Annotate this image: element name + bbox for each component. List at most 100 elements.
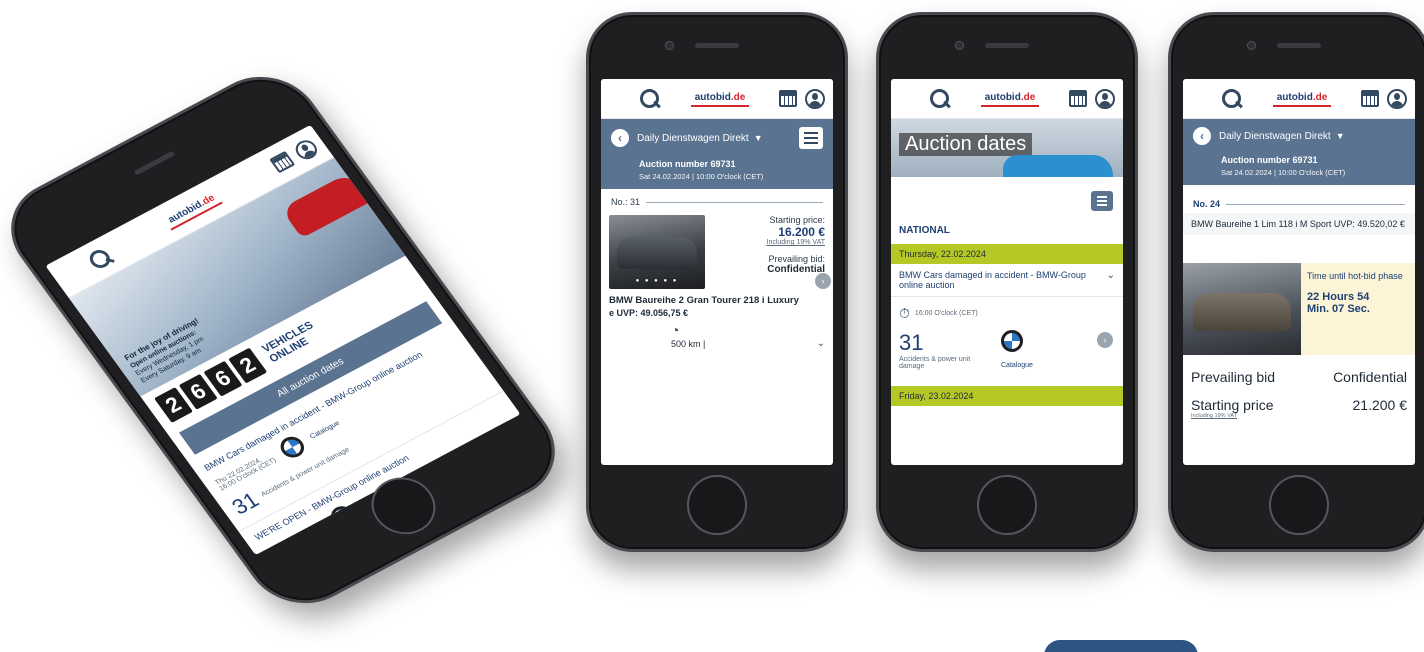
hot-bid-label: Time until hot-bid phase xyxy=(1307,271,1403,281)
search-icon[interactable] xyxy=(1221,88,1243,110)
user-icon[interactable] xyxy=(1095,88,1115,109)
phone-home-screen: autobid.de For the joy of driving! Open … xyxy=(0,58,578,622)
vehicle-photo[interactable] xyxy=(1183,263,1301,355)
filter-button[interactable] xyxy=(799,127,823,149)
prevailing-bid-row: Prevailing bid Confidential xyxy=(1183,363,1415,391)
page-footer-tab xyxy=(1044,640,1198,652)
vehicle-count: 31 xyxy=(227,487,264,520)
countdown-hours: 22 Hours 54 xyxy=(1307,291,1370,303)
chevron-down-icon[interactable]: ▼ xyxy=(754,133,763,143)
auction-dates-screen: autobid.de Auction dates NATIONAL Thursd… xyxy=(891,79,1123,465)
back-button[interactable]: ‹ xyxy=(611,129,629,147)
vat-note: Including 19% VAT xyxy=(1191,413,1237,419)
prevailing-bid-label: Prevailing bid xyxy=(1191,369,1276,385)
date-bar: Thursday, 22.02.2024 xyxy=(891,244,1123,264)
vehicle-mileage: 500 km | xyxy=(671,338,706,349)
auction-title: BMW Cars damaged in accident - BMW-Group… xyxy=(899,270,1086,290)
auction-number: Auction number 69731 xyxy=(1221,155,1318,165)
home-button xyxy=(977,475,1037,535)
catalogue-link[interactable]: Catalogue xyxy=(1001,362,1033,369)
showcase-stage: autobid.de For the joy of driving! Open … xyxy=(0,0,1424,652)
user-icon[interactable] xyxy=(1387,88,1407,109)
section-heading: NATIONAL xyxy=(899,225,950,236)
home-button xyxy=(687,475,747,535)
top-bar: autobid.de xyxy=(1183,79,1415,119)
user-icon[interactable] xyxy=(291,136,321,163)
auction-number: Auction number 69731 xyxy=(639,159,736,169)
auction-row[interactable]: BMW Cars damaged in accident - BMW-Group… xyxy=(891,264,1123,297)
speaker-slot xyxy=(985,43,1029,48)
stopwatch-icon: ⏱ xyxy=(899,305,910,321)
auction-date: Sat 24.02.2024 | 10:00 O'clock (CET) xyxy=(1221,168,1346,177)
phone-lot-detail: autobid.de ‹ Daily Dienstwagen Direkt ▼ … xyxy=(1168,12,1424,552)
vehicle-title: BMW Baureihe 2 Gran Tourer 218 i Luxury xyxy=(609,295,799,306)
auction-name[interactable]: Daily Dienstwagen Direkt xyxy=(1219,131,1331,142)
logo[interactable]: autobid.de xyxy=(1243,90,1361,107)
starting-price-row: Starting price 21.200 € xyxy=(1183,391,1415,413)
home-button xyxy=(1269,475,1329,535)
phone-auction-dates: autobid.de Auction dates NATIONAL Thursd… xyxy=(876,12,1138,552)
vehicle-count: 31 xyxy=(899,330,924,355)
chevron-down-icon[interactable]: ▼ xyxy=(1336,131,1345,141)
top-bar: autobid.de xyxy=(601,79,833,119)
hot-bid-panel: Time until hot-bid phase 22 Hours 54 Min… xyxy=(1183,263,1415,355)
page-title: Auction dates xyxy=(899,133,1033,156)
countdown-minutes: Min. 07 Sec. xyxy=(1307,303,1370,315)
bmw-logo-icon xyxy=(326,502,359,531)
starting-price-value: 21.200 € xyxy=(1352,397,1408,413)
filter-button[interactable] xyxy=(1091,191,1113,211)
search-icon[interactable] xyxy=(639,88,661,110)
menu-icon[interactable] xyxy=(1191,91,1213,107)
calendar-icon[interactable] xyxy=(779,90,797,107)
menu-icon[interactable] xyxy=(609,91,631,107)
prevailing-bid-value: Confidential xyxy=(1333,369,1407,385)
speaker-slot xyxy=(1277,43,1321,48)
hero-car-image xyxy=(1003,155,1113,177)
phone-vehicle-detail: autobid.de ‹ Daily Dienstwagen Direkt ▼ … xyxy=(586,12,848,552)
user-icon[interactable] xyxy=(805,88,825,109)
prevailing-bid-value: Confidential xyxy=(767,264,825,275)
vehicle-count-label: Accidents & power unit damage xyxy=(899,356,971,370)
starting-price-label: Starting price xyxy=(1191,397,1274,413)
back-button[interactable]: ‹ xyxy=(1193,127,1211,145)
vehicle-title: BMW Baureihe 1 Lim 118 i M Sport UVP: 49… xyxy=(1183,213,1415,235)
home-screen: autobid.de For the joy of driving! Open … xyxy=(45,124,521,556)
prevailing-bid-label: Prevailing bid: xyxy=(768,254,825,264)
front-camera xyxy=(665,41,674,50)
auction-date: Sat 24.02.2024 | 10:00 O'clock (CET) xyxy=(639,172,764,181)
auction-name[interactable]: Daily Dienstwagen Direkt xyxy=(637,133,749,144)
next-arrow-icon[interactable]: › xyxy=(815,273,831,289)
carousel-dots[interactable]: ● ● ● ● ● xyxy=(609,278,705,284)
vehicle-photo[interactable]: ● ● ● ● ● xyxy=(609,215,705,289)
lot-number: No.: 31 xyxy=(601,189,833,211)
speaker-slot xyxy=(695,43,739,48)
vehicle-uvp: e UVP: 49.056,75 € xyxy=(609,308,689,318)
front-camera xyxy=(955,41,964,50)
date-bar: Friday, 23.02.2024 xyxy=(891,386,1123,406)
speaker-slot xyxy=(133,150,176,176)
bmw-logo-icon xyxy=(1001,330,1023,352)
top-bar: autobid.de xyxy=(891,79,1123,119)
auction-header: ‹ Daily Dienstwagen Direkt ▼ Auction num… xyxy=(601,119,833,189)
calendar-icon[interactable] xyxy=(1069,90,1087,107)
front-camera xyxy=(1247,41,1256,50)
chevron-down-icon[interactable]: ⌄ xyxy=(1107,270,1115,290)
catalogue-link[interactable]: Catalogue xyxy=(309,420,341,441)
menu-icon[interactable] xyxy=(899,91,921,107)
next-arrow-icon[interactable]: › xyxy=(1097,332,1113,348)
vat-note: Including 19% VAT xyxy=(766,239,826,246)
logo[interactable]: autobid.de xyxy=(661,90,779,107)
calendar-icon[interactable] xyxy=(1361,90,1379,107)
search-icon[interactable] xyxy=(929,88,951,110)
lot-card[interactable]: ● ● ● ● ● Starting price: 16.200 € Inclu… xyxy=(601,211,833,293)
auction-header: ‹ Daily Dienstwagen Direkt ▼ Auction num… xyxy=(1183,119,1415,185)
logo[interactable]: autobid.de xyxy=(951,90,1069,107)
auction-time: 16:00 O'clock (CET) xyxy=(914,310,978,317)
expand-chevron-icon[interactable]: ⌄ xyxy=(817,338,825,349)
lot-detail-screen: autobid.de ‹ Daily Dienstwagen Direkt ▼ … xyxy=(1183,79,1415,465)
starting-price-label: Starting price: xyxy=(769,215,825,225)
lot-number: No. 24 xyxy=(1183,185,1415,213)
menu-icon[interactable] xyxy=(59,261,88,284)
speedometer-icon: ◔ xyxy=(671,322,680,338)
hero-banner: Auction dates xyxy=(891,119,1123,177)
